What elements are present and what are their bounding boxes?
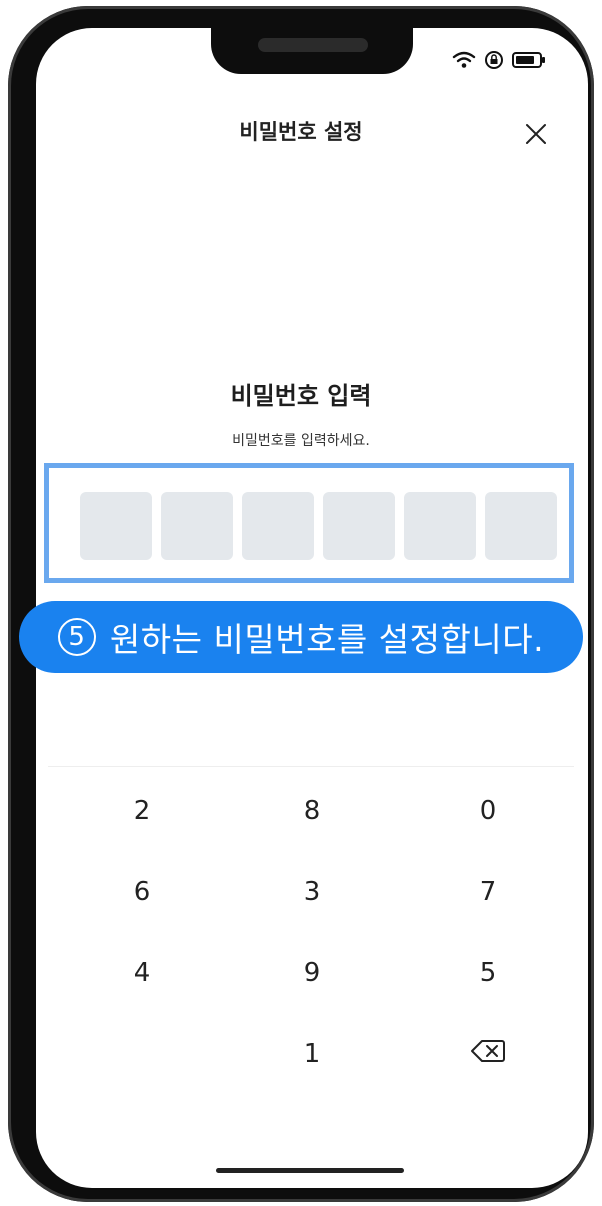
keypad-key[interactable]: 2 — [82, 781, 202, 841]
speaker-grill — [258, 38, 368, 52]
pin-slot[interactable] — [161, 492, 233, 560]
home-indicator[interactable] — [216, 1168, 404, 1173]
step-number-badge: 5 — [57, 618, 96, 656]
pin-slots — [80, 492, 557, 560]
keypad-key[interactable]: 0 — [428, 781, 548, 841]
lock-rotation-icon — [484, 50, 504, 70]
keypad-key[interactable]: 8 — [252, 781, 372, 841]
pin-slot[interactable] — [242, 492, 314, 560]
step-tooltip-text: 원하는 비밀번호를 설정합니다. — [109, 620, 545, 659]
pin-slot[interactable] — [485, 492, 557, 560]
password-heading: 비밀번호 입력 — [230, 382, 372, 410]
pin-slot[interactable] — [80, 492, 152, 560]
keypad-key[interactable]: 3 — [252, 862, 372, 922]
password-instruction: 비밀번호를 입력하세요. — [232, 433, 370, 449]
status-bar — [452, 50, 546, 70]
keypad-key[interactable]: 9 — [252, 943, 372, 1003]
wifi-icon — [452, 51, 476, 69]
keypad-key[interactable]: 1 — [252, 1024, 372, 1084]
backspace-button[interactable] — [428, 1024, 548, 1084]
backspace-icon — [470, 1039, 506, 1070]
pin-slot[interactable] — [323, 492, 395, 560]
keypad-key[interactable]: 7 — [428, 862, 548, 922]
step-tooltip: 5 원하는 비밀번호를 설정합니다. — [19, 601, 583, 673]
battery-icon — [512, 51, 546, 69]
page-title: 비밀번호 설정 — [239, 120, 363, 144]
keypad-key[interactable]: 6 — [82, 862, 202, 922]
keypad-key[interactable]: 5 — [428, 943, 548, 1003]
close-button[interactable] — [520, 120, 552, 152]
close-icon — [525, 123, 547, 149]
pin-highlight-box — [44, 463, 574, 583]
keypad-key[interactable]: 4 — [82, 943, 202, 1003]
pin-slot[interactable] — [404, 492, 476, 560]
keypad-divider — [48, 766, 574, 767]
